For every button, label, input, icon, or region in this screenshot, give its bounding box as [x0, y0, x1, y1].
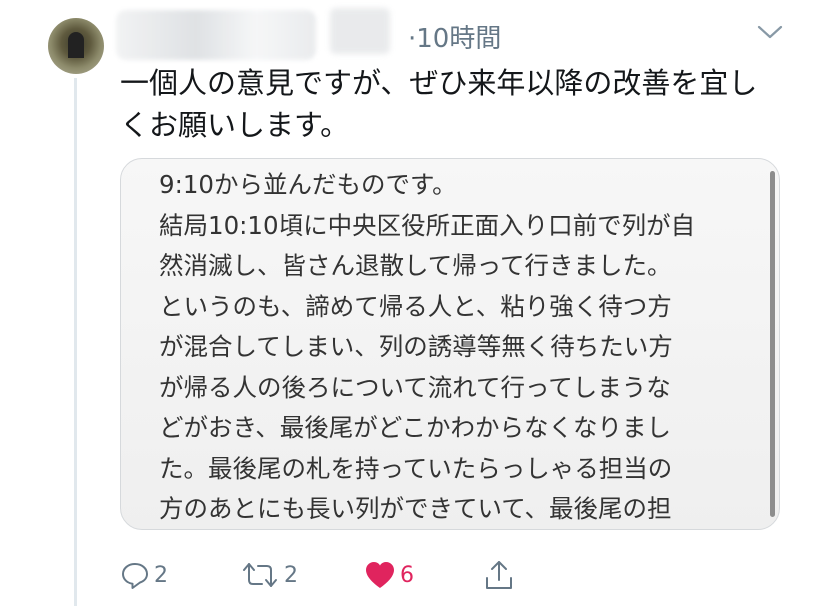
image-text-line: 然消滅し、皆さん退散して帰って行きました。: [159, 251, 672, 280]
image-text-line: た。最後尾の札を持っていたらっしゃる担当の: [159, 453, 673, 483]
avatar-image-door: [68, 32, 84, 58]
image-text-line: が帰る人の後ろについて流れて行ってしまうな: [159, 372, 671, 402]
retweet-icon: [243, 563, 277, 587]
blurred-display-name: [116, 10, 316, 60]
tweet-timestamp[interactable]: ·10時間: [408, 18, 501, 55]
thread-line: [74, 78, 77, 606]
share-button[interactable]: [483, 555, 515, 595]
reply-icon: [122, 563, 148, 589]
image-scrollbar: [770, 171, 775, 517]
retweet-button[interactable]: 2: [240, 555, 298, 595]
tweet-text-line: くお願いします。: [120, 108, 350, 142]
image-text-line: どがおき、最後尾がどこかわからなくなりまし: [159, 413, 672, 442]
heart-icon: [366, 562, 394, 588]
tweet-actions: 2 2 6: [120, 555, 520, 595]
tweet-text-line: 一個人の意見ですが、ぜひ来年以降の改善を宜し: [120, 66, 758, 100]
like-count: 6: [400, 562, 414, 588]
image-text-line: というのも、諦めて帰る人と、粘り強く待つ方: [159, 291, 672, 321]
chevron-down-icon[interactable]: [757, 24, 783, 40]
avatar[interactable]: [48, 18, 104, 74]
image-text-line: 結局10:10頃に中央区役所正面入り口前で列が自: [159, 210, 696, 240]
share-icon: [486, 561, 512, 589]
image-text-line: 方のあとにも長い列ができていて、最後尾の担: [159, 494, 672, 523]
tweet-text: 一個人の意見ですが、ぜひ来年以降の改善を宜し くお願いします。: [120, 62, 790, 146]
image-text-line: 9:10から並んだものです。: [159, 170, 457, 199]
retweet-count: 2: [284, 562, 298, 588]
reply-button[interactable]: 2: [120, 555, 168, 595]
like-button[interactable]: 6: [364, 555, 414, 595]
image-text: 9:10から並んだものです。 結局10:10頃に中央区役所正面入り口前で列が自 …: [159, 165, 749, 529]
reply-count: 2: [154, 562, 168, 588]
timestamp-text: 10時間: [416, 24, 502, 54]
blurred-username: [330, 8, 390, 54]
image-text-line: が混合してしまい、列の誘導等無く待ちたい方: [159, 332, 673, 361]
attached-image[interactable]: 9:10から並んだものです。 結局10:10頃に中央区役所正面入り口前で列が自 …: [120, 158, 780, 530]
